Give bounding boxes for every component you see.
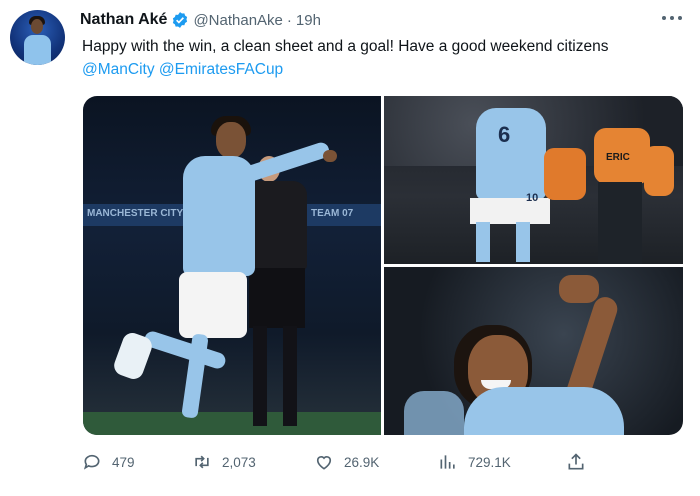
tweet-media-grid: MANCHESTER CITY TEAM 07 6 10 ERIC [83, 96, 683, 435]
retweet-button[interactable]: 2,073 [192, 450, 256, 474]
tweet-text-main: Happy with the win, a clean sheet and a … [82, 38, 609, 55]
like-count: 26.9K [344, 454, 380, 470]
tweet-card: Nathan Aké @NathanAke · 19h Happy with t… [0, 0, 700, 496]
like-button[interactable]: 26.9K [314, 450, 379, 474]
more-options-icon[interactable] [662, 10, 682, 26]
reply-button[interactable]: 479 [82, 450, 135, 474]
tweet-timestamp[interactable]: 19h [296, 12, 321, 29]
retweet-icon [195, 455, 209, 469]
board-text-right: TEAM 07 [311, 208, 354, 219]
retweet-count: 2,073 [222, 454, 256, 470]
photo-player-celebrating[interactable]: MANCHESTER CITY TEAM 07 [83, 96, 381, 435]
board-text-left: MANCHESTER CITY [87, 208, 184, 219]
photo-player-smiling[interactable] [384, 267, 683, 435]
shirt-number-6: 6 [498, 122, 511, 147]
views-icon [440, 455, 455, 469]
tweet-header: Nathan Aké @NathanAke · 19h [80, 10, 321, 30]
author-name[interactable]: Nathan Aké [80, 11, 167, 29]
shirt-number-10: 10 [526, 192, 539, 204]
view-count: 729.1K [468, 454, 511, 470]
reply-count: 479 [112, 454, 135, 470]
verified-badge-icon [173, 12, 188, 28]
reply-icon [83, 454, 100, 470]
mention-mancity[interactable]: @ManCity [82, 61, 155, 78]
mention-emiratesfacup[interactable]: @EmiratesFACup [159, 61, 283, 78]
like-icon [316, 456, 332, 470]
views-button[interactable]: 729.1K [438, 450, 511, 474]
author-handle[interactable]: @NathanAke [193, 12, 282, 29]
photo-team-celebration[interactable]: 6 10 ERIC [384, 96, 683, 264]
separator-dot: · [286, 11, 292, 29]
tweet-actions-bar: 479 2,073 26.9K 729.1K [82, 450, 602, 474]
tweet-text: Happy with the win, a clean sheet and a … [82, 35, 682, 81]
share-icon [568, 453, 584, 470]
share-button[interactable] [566, 450, 596, 474]
author-avatar[interactable] [10, 10, 65, 65]
bib-text: ERIC [606, 152, 630, 163]
